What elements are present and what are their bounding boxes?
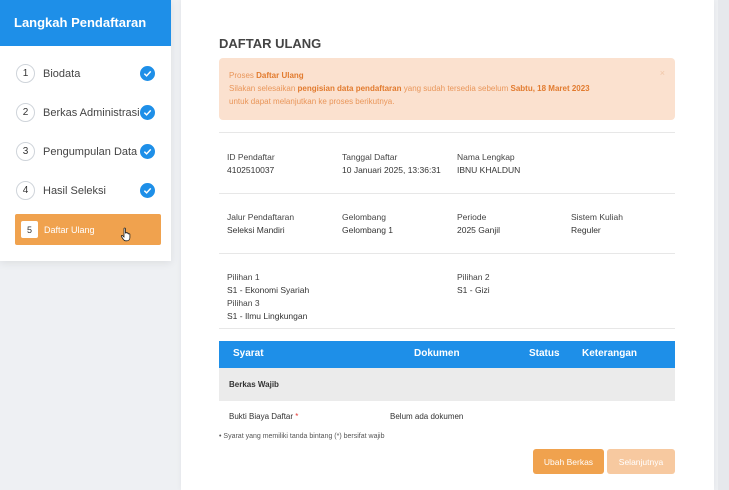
ubah-berkas-button[interactable]: Ubah Berkas xyxy=(533,449,604,474)
nama-lengkap-field: Nama Lengkap IBNU KHALDUN xyxy=(457,151,520,177)
step-berkas-administrasi[interactable]: 2 Berkas Administrasi xyxy=(0,93,171,132)
alert-deadline: Sabtu, 18 Maret 2023 xyxy=(510,84,590,93)
divider xyxy=(219,253,675,254)
column-header: Keterangan xyxy=(582,348,638,359)
step-label: Berkas Administrasi xyxy=(43,106,140,119)
field-value: 2025 Ganjil xyxy=(457,225,501,235)
field-label: Nama Lengkap xyxy=(457,152,515,162)
step-number: 1 xyxy=(16,64,35,83)
check-icon xyxy=(140,66,155,81)
step-label: Daftar Ulang xyxy=(44,224,95,235)
field-value: 4102510037 xyxy=(227,165,275,175)
field-label: Pilihan 2 xyxy=(457,272,490,282)
field-label: Sistem Kuliah xyxy=(571,212,623,222)
divider xyxy=(219,328,675,329)
column-header: Status xyxy=(529,348,560,359)
step-hasil-seleksi[interactable]: 4 Hasil Seleksi xyxy=(0,171,171,210)
field-value: IBNU KHALDUN xyxy=(457,165,521,175)
hand-cursor-icon xyxy=(120,227,132,247)
field-label: Pilihan 3 xyxy=(227,298,260,308)
dokumen-cell: Belum ada dokumen xyxy=(390,412,464,421)
sidebar-title: Langkah Pendaftaran xyxy=(0,0,171,46)
divider xyxy=(219,193,675,194)
alert-prefix: Proses xyxy=(229,71,257,80)
step-daftar-ulang[interactable]: 5 Daftar Ulang xyxy=(15,214,161,245)
selanjutnya-button[interactable]: Selanjutnya xyxy=(607,449,675,474)
page-title: DAFTAR ULANG xyxy=(219,36,322,51)
tanggal-daftar-field: Tanggal Daftar 10 Januari 2025, 13:36:31 xyxy=(342,151,441,177)
scroll-area-edge xyxy=(718,0,729,490)
step-label: Biodata xyxy=(43,67,81,80)
field-value: S1 - Ekonomi Syariah xyxy=(227,285,310,295)
check-icon xyxy=(140,105,155,120)
step-number: 4 xyxy=(16,181,35,200)
requirements-table-header: Syarat Dokumen Status Keterangan xyxy=(219,341,675,368)
jalur-pendaftaran-field: Jalur Pendaftaran Seleksi Mandiri xyxy=(227,211,294,237)
step-pengumpulan-data[interactable]: 3 Pengumpulan Data xyxy=(0,132,171,171)
required-marker: * xyxy=(295,412,299,421)
table-row: Bukti Biaya Daftar * Belum ada dokumen xyxy=(219,401,675,425)
step-number: 5 xyxy=(21,221,38,238)
field-label: Pilihan 1 xyxy=(227,272,260,282)
step-label: Pengumpulan Data xyxy=(43,145,138,158)
field-label: Gelombang xyxy=(342,212,386,222)
id-pendaftar-field: ID Pendaftar 4102510037 xyxy=(227,151,275,177)
field-label: Periode xyxy=(457,212,487,222)
periode-field: Periode 2025 Ganjil xyxy=(457,211,500,237)
alert-text-line3: untuk dapat melanjutkan ke proses beriku… xyxy=(229,97,395,106)
divider xyxy=(219,132,675,133)
column-header: Dokumen xyxy=(414,348,460,359)
deadline-alert: Proses Daftar Ulang Silakan selesaikan p… xyxy=(219,58,675,120)
field-label: Tanggal Daftar xyxy=(342,152,398,162)
field-value: Seleksi Mandiri xyxy=(227,225,285,235)
field-value: S1 - Ilmu Lingkungan xyxy=(227,311,308,321)
column-header: Syarat xyxy=(233,348,264,359)
check-icon xyxy=(140,144,155,159)
table-group-row: Berkas Wajib xyxy=(219,368,675,401)
alert-text-c: yang sudah tersedia sebelum xyxy=(401,84,511,93)
field-value: Gelombang 1 xyxy=(342,225,394,235)
step-label: Hasil Seleksi xyxy=(43,184,106,197)
alert-process: Daftar Ulang xyxy=(256,71,304,80)
field-value: 10 Januari 2025, 13:36:31 xyxy=(342,165,441,175)
main-panel: DAFTAR ULANG Proses Daftar Ulang Silakan… xyxy=(181,0,714,490)
pilihan-2-field: Pilihan 2 S1 - Gizi xyxy=(457,271,490,297)
field-label: ID Pendaftar xyxy=(227,152,275,162)
alert-text-b: pengisian data pendaftaran xyxy=(297,84,402,93)
syarat-cell: Bukti Biaya Daftar * xyxy=(229,412,298,421)
required-note: • Syarat yang memiliki tanda bintang (*)… xyxy=(219,433,385,440)
syarat-text: Bukti Biaya Daftar xyxy=(229,412,294,421)
pilihan-1-field: Pilihan 1 S1 - Ekonomi Syariah Pilihan 3… xyxy=(227,271,309,323)
check-icon xyxy=(140,183,155,198)
gelombang-field: Gelombang Gelombang 1 xyxy=(342,211,393,237)
field-value: Reguler xyxy=(571,225,601,235)
step-number: 2 xyxy=(16,103,35,122)
step-number: 3 xyxy=(16,142,35,161)
alert-text-a: Silakan selesaikan xyxy=(229,84,298,93)
field-label: Jalur Pendaftaran xyxy=(227,212,295,222)
field-value: S1 - Gizi xyxy=(457,285,490,295)
steps-sidebar: Langkah Pendaftaran 1 Biodata 2 Berkas A… xyxy=(0,0,171,261)
close-icon[interactable]: × xyxy=(660,67,665,80)
sistem-kuliah-field: Sistem Kuliah Reguler xyxy=(571,211,623,237)
note-text: Syarat yang memiliki tanda bintang (*) b… xyxy=(223,433,385,440)
step-biodata[interactable]: 1 Biodata xyxy=(0,54,171,93)
